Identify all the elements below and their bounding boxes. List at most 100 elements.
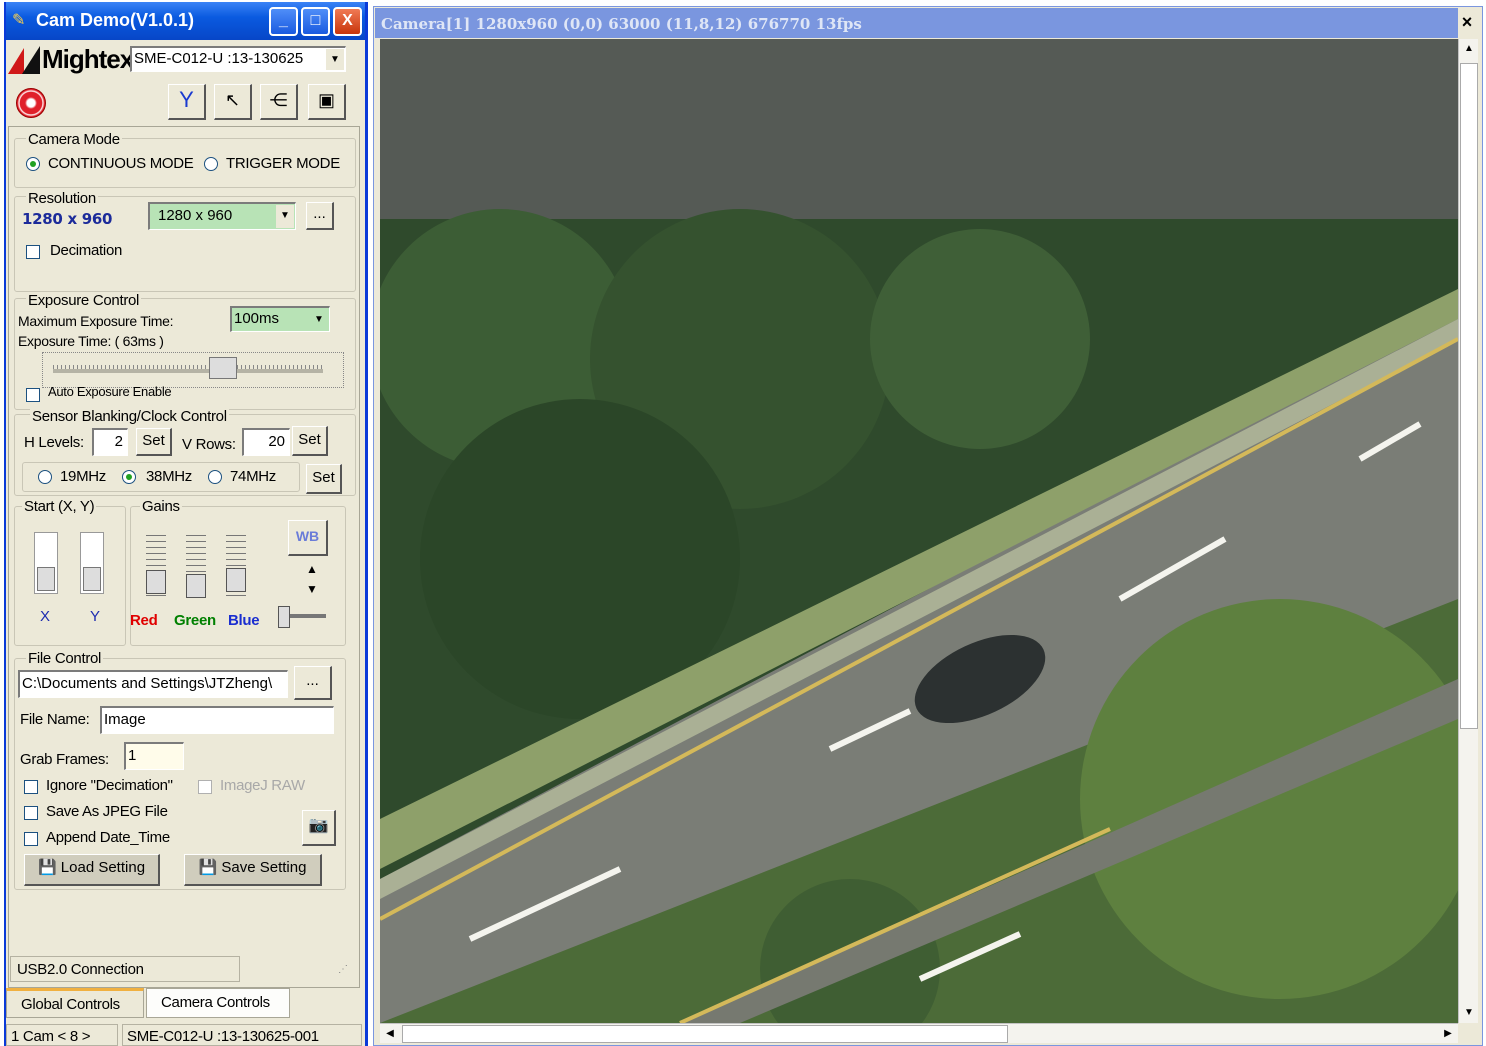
ignore-decimation-label[interactable]: Ignore "Decimation" xyxy=(46,777,173,794)
connection-label: USB2.0 Connection xyxy=(17,961,144,978)
start-y-label: Y xyxy=(90,608,100,625)
decimation-checkbox[interactable] xyxy=(26,245,40,259)
blue-gain-thumb[interactable] xyxy=(226,568,246,592)
start-y-thumb[interactable] xyxy=(83,567,101,591)
start-x-slider[interactable] xyxy=(34,532,58,594)
gain-link-thumb[interactable] xyxy=(278,606,290,628)
green-gain-slider[interactable] xyxy=(186,530,206,598)
red-gain-slider[interactable] xyxy=(146,530,166,596)
load-setting-label: Load Setting xyxy=(60,859,146,876)
green-gain-thumb[interactable] xyxy=(186,574,206,598)
display-button[interactable]: ▣ xyxy=(308,84,346,120)
device-select[interactable]: SME-C012-U :13-130625 ▼ xyxy=(130,46,346,72)
slider-thumb[interactable] xyxy=(209,357,238,379)
h-levels-label: H Levels: xyxy=(24,434,84,451)
scroll-right-icon[interactable]: ▶ xyxy=(1438,1024,1458,1044)
exposure-title: Exposure Control xyxy=(26,292,142,309)
spin-arrows-icon[interactable]: ▲ ▼ xyxy=(306,563,318,595)
horizontal-scroll-thumb[interactable] xyxy=(402,1025,1008,1043)
browse-button[interactable]: ... xyxy=(294,666,332,700)
clock-38mhz-radio[interactable] xyxy=(122,470,136,484)
minimize-button[interactable]: _ xyxy=(269,7,298,36)
continuous-mode-label[interactable]: CONTINUOUS MODE xyxy=(48,155,194,172)
save-jpeg-checkbox[interactable] xyxy=(24,806,38,820)
camera-close-button[interactable]: × xyxy=(1456,11,1478,33)
title-bar[interactable]: ✎ Cam Demo(V1.0.1) _ □ X xyxy=(6,2,365,40)
tab-camera-label: Camera Controls xyxy=(161,994,270,1011)
chevron-down-icon[interactable]: ▼ xyxy=(310,309,328,330)
gain-link-slider[interactable] xyxy=(278,606,326,628)
grab-frames-label: Grab Frames: xyxy=(20,751,109,768)
device-id-label: SME-C012-U :13-130625-001 xyxy=(127,1028,319,1045)
v-rows-set-button[interactable]: Set xyxy=(292,426,328,456)
camera-title: Camera[1] 1280x960 (0,0) 63000 (11,8,12)… xyxy=(381,15,862,33)
grab-frames-input[interactable]: 1 xyxy=(124,742,184,770)
start-x-thumb[interactable] xyxy=(37,567,55,591)
max-exposure-label: Maximum Exposure Time: xyxy=(18,313,174,329)
append-date-label[interactable]: Append Date_Time xyxy=(46,829,170,846)
scroll-up-icon[interactable]: ▲ xyxy=(1459,39,1479,59)
scroll-down-icon[interactable]: ▼ xyxy=(1459,1003,1479,1023)
exposure-slider[interactable] xyxy=(42,352,344,388)
tab-global-controls[interactable]: Global Controls xyxy=(6,988,144,1018)
white-balance-button[interactable]: WB xyxy=(288,520,328,556)
tab-camera-controls[interactable]: Camera Controls xyxy=(146,988,290,1018)
clock-19mhz-label[interactable]: 19MHz xyxy=(60,468,106,485)
vertical-scroll-thumb[interactable] xyxy=(1460,63,1478,729)
ignore-decimation-checkbox[interactable] xyxy=(24,780,38,794)
append-date-checkbox[interactable] xyxy=(24,832,38,846)
v-rows-input[interactable]: 20 xyxy=(242,428,290,456)
trigger-mode-label[interactable]: TRIGGER MODE xyxy=(226,155,340,172)
max-exposure-select[interactable]: 100ms ▼ xyxy=(230,306,330,332)
h-levels-set-button[interactable]: Set xyxy=(136,428,172,456)
continuous-mode-radio[interactable] xyxy=(26,157,40,171)
current-resolution: 1280 x 960 xyxy=(22,210,113,228)
control-panel-window: ✎ Cam Demo(V1.0.1) _ □ X Mightex SME-C01… xyxy=(4,2,368,1046)
clock-38mhz-label[interactable]: 38MHz xyxy=(146,468,192,485)
red-gain-thumb[interactable] xyxy=(146,570,166,594)
start-y-slider[interactable] xyxy=(80,532,104,594)
decimation-label[interactable]: Decimation xyxy=(50,242,122,259)
tree-icon: ⋲ xyxy=(269,90,288,110)
slider-track xyxy=(53,369,323,373)
vertical-scrollbar[interactable]: ▲ ▼ xyxy=(1458,39,1478,1023)
tab-global-label: Global Controls xyxy=(21,996,120,1013)
camera-feed-image[interactable] xyxy=(380,39,1458,1023)
maximize-button[interactable]: □ xyxy=(301,7,330,36)
resize-grip-icon[interactable]: ⋰ xyxy=(338,964,348,975)
auto-exposure-checkbox[interactable] xyxy=(26,388,40,402)
save-setting-button[interactable]: 💾 Save Setting xyxy=(184,854,322,886)
tools-button[interactable]: Y xyxy=(168,84,206,120)
record-button[interactable] xyxy=(16,88,46,118)
h-levels-input[interactable]: 2 xyxy=(92,428,128,456)
horizontal-scrollbar[interactable]: ◀ ▶ xyxy=(380,1023,1458,1043)
chevron-down-icon[interactable]: ▼ xyxy=(326,49,344,70)
trigger-mode-radio[interactable] xyxy=(204,157,218,171)
filename-input[interactable]: Image xyxy=(100,706,334,734)
clock-74mhz-label[interactable]: 74MHz xyxy=(230,468,276,485)
chevron-down-icon[interactable]: ▼ xyxy=(276,205,294,228)
save-jpeg-label[interactable]: Save As JPEG File xyxy=(46,803,168,820)
resolution-select[interactable]: 1280 x 960 ▼ xyxy=(148,202,296,230)
imagej-raw-label[interactable]: ImageJ RAW xyxy=(220,777,305,794)
blue-gain-slider[interactable] xyxy=(226,530,246,596)
window-title: Cam Demo(V1.0.1) xyxy=(36,10,195,30)
clock-19mhz-radio[interactable] xyxy=(38,470,52,484)
clock-74mhz-radio[interactable] xyxy=(208,470,222,484)
camera-title-bar[interactable]: Camera[1] 1280x960 (0,0) 63000 (11,8,12)… xyxy=(375,8,1458,38)
tree-button[interactable]: ⋲ xyxy=(260,84,298,120)
camera-mode-title: Camera Mode xyxy=(26,131,122,148)
app-icon: ✎ xyxy=(12,12,26,29)
imagej-raw-checkbox[interactable] xyxy=(198,780,212,794)
clock-set-button[interactable]: Set xyxy=(306,464,342,494)
close-button[interactable]: X xyxy=(333,7,362,36)
v-rows-label: V Rows: xyxy=(182,436,236,453)
pointer-button[interactable]: ↖ xyxy=(214,84,252,120)
device-status: SME-C012-U :13-130625-001 xyxy=(122,1024,362,1046)
scroll-left-icon[interactable]: ◀ xyxy=(380,1024,400,1044)
grab-button[interactable]: 📷 xyxy=(302,810,336,846)
path-input[interactable]: C:\Documents and Settings\JTZheng\ xyxy=(18,670,288,698)
auto-exposure-label[interactable]: Auto Exposure Enable xyxy=(48,384,172,399)
resolution-more-button[interactable]: ... xyxy=(306,202,334,230)
load-setting-button[interactable]: 💾 Load Setting xyxy=(24,854,160,886)
